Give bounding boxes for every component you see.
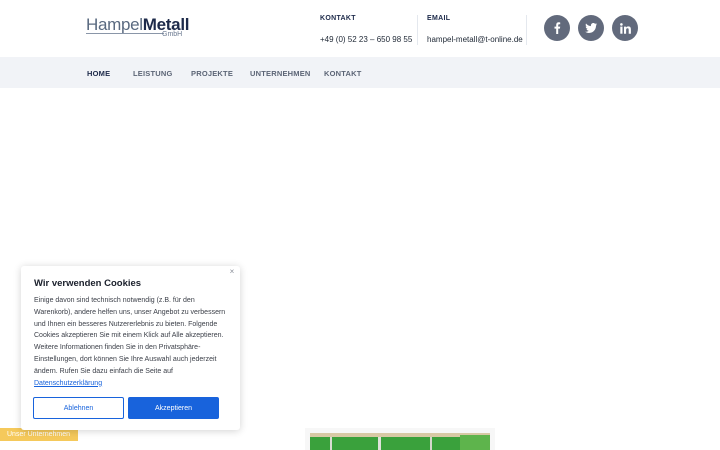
cookie-consent-dialog: × Wir verwenden Cookies Einige davon sin… <box>21 266 240 430</box>
linkedin-button[interactable] <box>612 15 638 41</box>
phone-number[interactable]: +49 (0) 52 23 – 650 98 55 <box>320 35 412 44</box>
site-header: HampelMetall GmbH KONTAKT +49 (0) 52 23 … <box>0 0 720 57</box>
email-address[interactable]: hampel-metall@t-online.de <box>427 35 523 44</box>
photo-detail <box>460 435 490 450</box>
privacy-policy-link[interactable]: Datenschutzerklärung <box>34 380 102 387</box>
photo-detail <box>378 437 381 450</box>
nav-item-unternehmen[interactable]: UNTERNEHMEN <box>250 69 311 78</box>
project-photo <box>310 433 490 450</box>
facebook-icon <box>554 22 561 34</box>
cookie-body-text: Einige davon sind technisch notwendig (z… <box>34 297 226 375</box>
nav-item-kontakt[interactable]: KONTAKT <box>324 69 362 78</box>
nav-item-home[interactable]: HOME <box>87 69 110 78</box>
contact-phone: KONTAKT +49 (0) 52 23 – 650 98 55 <box>320 15 412 44</box>
facebook-button[interactable] <box>544 15 570 41</box>
twitter-button[interactable] <box>578 15 604 41</box>
photo-detail <box>430 437 432 450</box>
reject-cookies-button[interactable]: Ablehnen <box>33 397 124 419</box>
contact-email: EMAIL hampel-metall@t-online.de <box>427 15 523 44</box>
cookie-text: Einige davon sind technisch notwendig (z… <box>34 295 234 389</box>
header-divider <box>526 15 527 45</box>
nav-item-leistung[interactable]: LEISTUNG <box>133 69 173 78</box>
cookie-title: Wir verwenden Cookies <box>34 278 142 289</box>
phone-label: KONTAKT <box>320 15 356 22</box>
logo-underline <box>86 33 164 34</box>
logo-gmbh: GmbH <box>162 31 183 38</box>
header-divider <box>417 15 418 45</box>
linkedin-icon <box>619 22 631 34</box>
nav-item-projekte[interactable]: PROJEKTE <box>191 69 233 78</box>
photo-detail <box>330 437 332 450</box>
main-navigation: HOME LEISTUNG PROJEKTE UNTERNEHMEN KONTA… <box>0 57 720 88</box>
email-label: EMAIL <box>427 15 451 22</box>
company-logo[interactable]: HampelMetall GmbH <box>86 15 189 38</box>
close-icon[interactable]: × <box>228 268 236 276</box>
twitter-icon <box>585 23 597 33</box>
accept-cookies-button[interactable]: Akzeptieren <box>128 397 219 419</box>
logo-word-hampel: Hampel <box>86 15 143 34</box>
